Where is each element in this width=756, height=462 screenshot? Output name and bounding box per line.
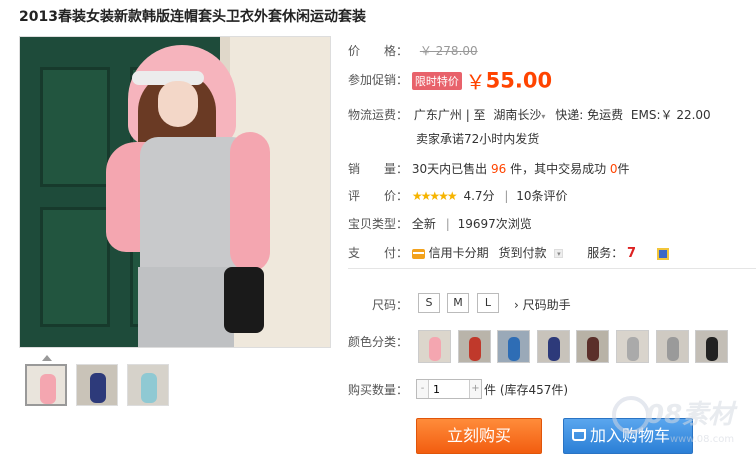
quantity-label: 购买数量： <box>348 383 409 397</box>
color-swatch[interactable] <box>576 330 610 363</box>
shopping-cart-icon <box>572 429 586 441</box>
main-product-image[interactable] <box>19 36 331 348</box>
original-price: ￥ 278.00 <box>419 44 478 58</box>
watermark-url: www.08.com <box>670 434 735 445</box>
size-label: 尺码： <box>372 298 409 312</box>
rating-stars-icon: ★★★★★ <box>411 189 458 203</box>
color-label: 颜色分类： <box>348 335 409 349</box>
size-guide-link[interactable]: › 尺码助手 <box>514 298 571 312</box>
item-type-value: 全新 <box>411 217 436 231</box>
quantity-input[interactable] <box>430 380 470 398</box>
ship-separator: | 至 <box>465 108 486 122</box>
view-count: 19697次浏览 <box>457 217 532 231</box>
promo-price: 55.00 <box>485 68 553 93</box>
model-face <box>158 81 198 127</box>
sold-count: 96 <box>490 162 507 176</box>
success-count: 0 <box>609 162 618 176</box>
model-pants <box>138 267 234 347</box>
sales-suffix: 件 <box>617 162 630 176</box>
ems-fee: EMS:￥ 22.00 <box>630 108 711 122</box>
quantity-decrease-button[interactable]: - <box>417 380 429 398</box>
sales-middle: 件，其中交易成功 <box>510 162 607 176</box>
size-option-s[interactable]: S <box>418 293 440 313</box>
product-thumbnail[interactable] <box>127 364 169 406</box>
quantity-increase-button[interactable]: + <box>469 380 481 398</box>
seven-day-return-icon[interactable]: 7 <box>627 246 641 261</box>
ship-promise: 卖家承诺72小时内发货 <box>416 132 540 146</box>
watermark-text: 08素材 <box>646 400 735 430</box>
watermark-logo-icon <box>612 396 650 434</box>
color-swatch[interactable] <box>695 330 729 363</box>
stock-info: 件 (库存457件) <box>484 383 569 397</box>
size-option-m[interactable]: M <box>447 293 469 313</box>
item-type-separator: | <box>445 217 450 231</box>
promo-badge: 限时特价 <box>411 71 462 90</box>
review-count-link[interactable]: 10条评价 <box>516 189 567 203</box>
promo-label: 参加促销： <box>348 73 409 87</box>
site-watermark: 08素材 www.08.com <box>610 390 756 456</box>
credit-card-icon <box>411 248 425 259</box>
color-swatch[interactable] <box>655 330 689 363</box>
item-type-label: 宝贝类型： <box>348 217 409 231</box>
product-title: 2013春装女装新款韩版连帽套头卫衣外套休闲运动套装 <box>19 9 366 25</box>
model-bag <box>224 267 264 333</box>
sales-label: 销 量： <box>348 162 409 176</box>
shipping-label: 物流运费： <box>348 108 409 122</box>
service-label: 服务： <box>587 246 624 260</box>
color-swatch[interactable] <box>536 330 570 363</box>
product-thumbnail[interactable] <box>76 364 118 406</box>
ship-to-selector[interactable]: 湖南长沙▾ <box>493 108 545 122</box>
section-divider <box>348 268 756 269</box>
credit-installment-link[interactable]: 信用卡分期 <box>429 246 489 260</box>
ship-from: 广东广州 <box>413 108 462 122</box>
payment-label: 支 付： <box>348 246 409 260</box>
rating-separator: | <box>504 189 509 203</box>
price-label: 价 格： <box>348 44 409 58</box>
chevron-down-icon: ▾ <box>541 112 546 121</box>
cod-option[interactable]: 货到付款 <box>499 246 547 260</box>
color-swatch[interactable] <box>497 330 531 363</box>
size-option-l[interactable]: L <box>477 293 499 313</box>
color-swatch[interactable] <box>418 330 451 363</box>
color-swatch[interactable] <box>457 330 491 363</box>
express-fee: 快递: 免运费 <box>555 108 624 122</box>
certification-icon[interactable] <box>656 247 669 260</box>
color-swatch[interactable] <box>616 330 649 363</box>
ship-to: 湖南长沙 <box>493 108 542 122</box>
cod-dropdown-icon[interactable]: ▾ <box>554 249 564 258</box>
buy-now-button[interactable]: 立刻购买 <box>416 418 542 454</box>
rating-label: 评 价： <box>348 189 409 203</box>
active-thumb-pointer-icon <box>42 355 52 361</box>
product-thumbnail[interactable] <box>25 364 67 406</box>
rating-score: 4.7分 <box>463 189 495 203</box>
sales-prefix: 30天内已售出 <box>411 162 488 176</box>
quantity-stepper: - + <box>416 379 482 399</box>
currency-symbol: ￥ <box>465 70 486 94</box>
